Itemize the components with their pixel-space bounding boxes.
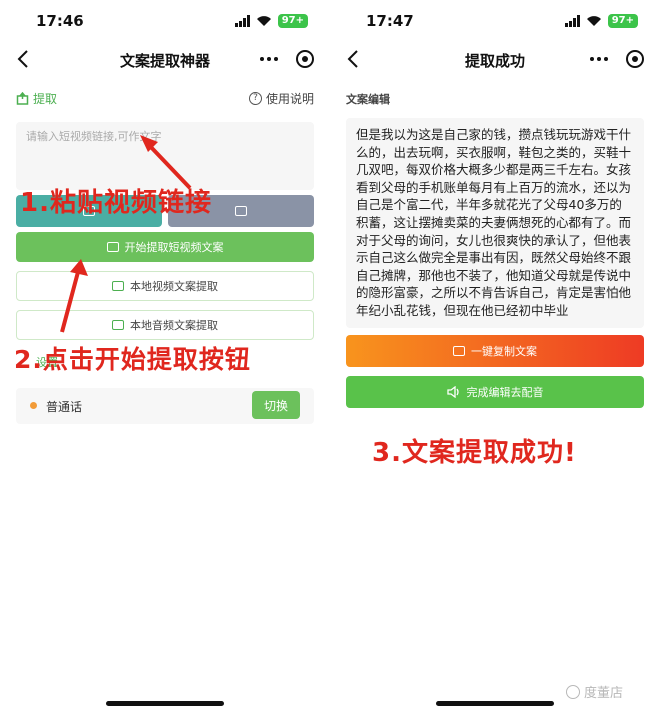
copy-text-button[interactable]: 一键复制文案 (346, 335, 644, 367)
more-dots-icon[interactable] (260, 57, 278, 61)
link-input[interactable]: 请输入短视频链接,可作文字 (16, 122, 314, 190)
watermark: 度董店 (566, 682, 623, 701)
audio-text-icon (112, 320, 124, 330)
signal-icon (564, 15, 580, 27)
signal-icon (234, 15, 250, 27)
target-icon[interactable] (626, 50, 644, 68)
status-bar: 17:46 97+ (0, 10, 330, 34)
question-circle-icon: ? (248, 92, 262, 105)
local-audio-button[interactable]: 本地音频文案提取 (16, 310, 314, 340)
voice-name: 普通话 (46, 400, 83, 414)
page-title: 文案提取神器 (119, 52, 210, 70)
annotation-step2: 2.点击开始提取按钮 (14, 345, 251, 374)
link-input-placeholder: 请输入短视频链接,可作文字 (26, 130, 162, 143)
tab-extract[interactable]: 提取 (16, 90, 57, 107)
watermark-text: 度董店 (584, 686, 624, 701)
speaker-icon (446, 386, 459, 398)
watermark-logo-icon (566, 684, 580, 699)
extract-header: 提取 ? 使用说明 (16, 90, 314, 108)
battery-badge: 97+ (277, 14, 308, 28)
nav-bar: 提取成功 (330, 44, 660, 74)
tab-extract-label: 提取 (33, 92, 58, 106)
wifi-icon (256, 16, 271, 26)
status-time: 17:46 (36, 12, 84, 30)
target-icon[interactable] (296, 50, 314, 68)
extracted-text-area[interactable]: 但是我以为这是自己家的钱，攒点钱玩玩游戏干什么的，出去玩啊，买衣服啊，鞋包之类的… (346, 118, 644, 328)
home-indicator (106, 701, 224, 706)
page-title: 提取成功 (464, 52, 525, 70)
home-indicator (436, 701, 554, 706)
more-dots-icon[interactable] (590, 57, 608, 61)
clear-icon (235, 206, 247, 216)
voice-row: 普通话 切换 (16, 388, 314, 424)
local-video-label: 本地视频文案提取 (130, 280, 218, 293)
extract-icon (16, 92, 29, 105)
start-extract-label: 开始提取短视频文案 (124, 241, 224, 254)
status-icons: 97+ (234, 14, 308, 28)
local-video-button[interactable]: 本地视频文案提取 (16, 271, 314, 301)
help-label: 使用说明 (265, 92, 314, 106)
nav-bar: 文案提取神器 (0, 44, 330, 74)
play-video-icon (112, 281, 124, 291)
start-extract-button[interactable]: 开始提取短视频文案 (16, 232, 314, 262)
status-time: 17:47 (366, 12, 414, 30)
help-link[interactable]: ? 使用说明 (248, 90, 314, 107)
switch-voice-button[interactable]: 切换 (252, 391, 300, 419)
go-dub-button[interactable]: 完成编辑去配音 (346, 376, 644, 408)
status-bar: 17:47 97+ (330, 10, 660, 34)
status-icons: 97+ (564, 14, 638, 28)
go-dub-label: 完成编辑去配音 (466, 386, 544, 399)
edit-label: 文案编辑 (346, 93, 390, 106)
voice-dot (30, 402, 37, 409)
local-audio-label: 本地音频文案提取 (130, 319, 218, 332)
annotation-step1: 1.粘贴视频链接 (20, 188, 212, 218)
battery-badge: 97+ (607, 14, 638, 28)
copy-text-label: 一键复制文案 (471, 345, 537, 358)
wifi-icon (586, 16, 601, 26)
scan-icon (106, 242, 119, 252)
copy-icon (453, 346, 465, 356)
annotation-step3: 3.文案提取成功! (372, 438, 577, 468)
